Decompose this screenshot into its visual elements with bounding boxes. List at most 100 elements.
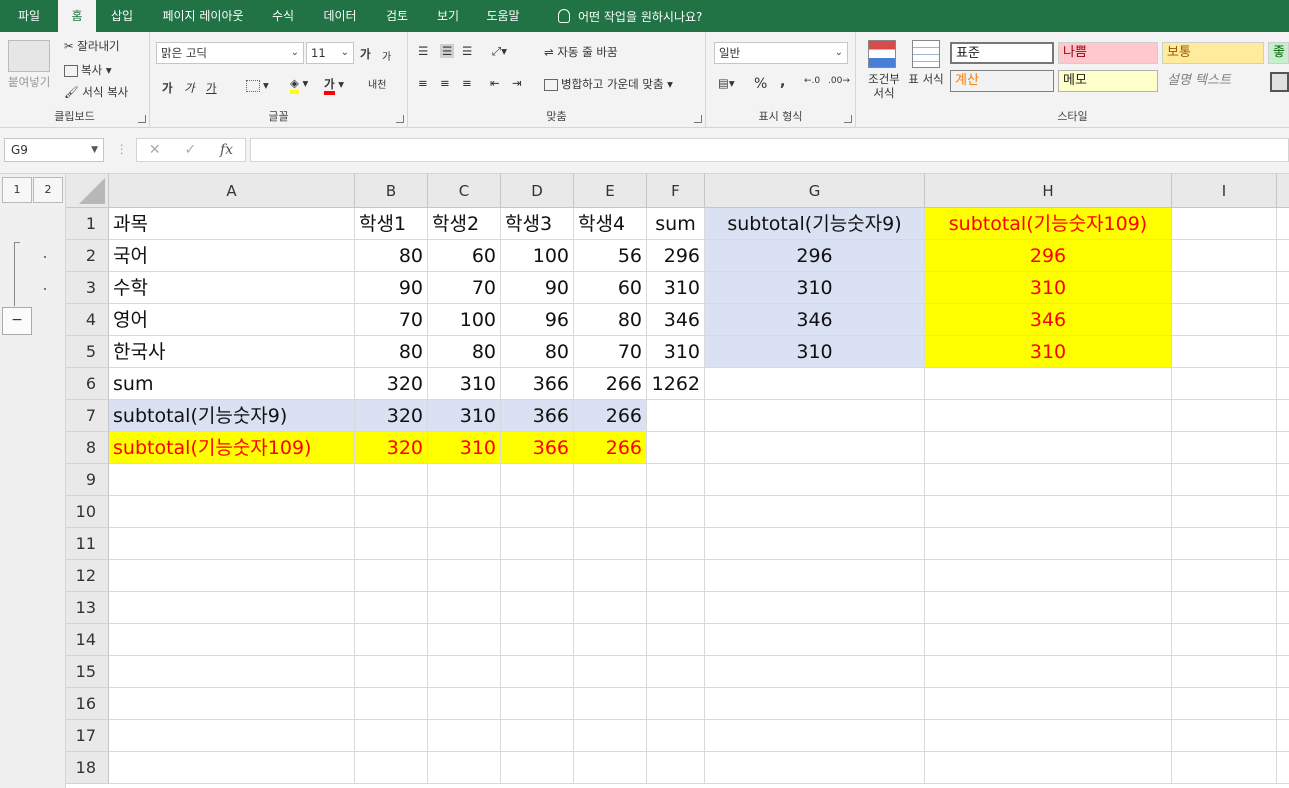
outline-level-2-button[interactable]: 2 [33,177,63,203]
cell-subtotal9-total[interactable]: 266 [574,400,647,432]
cell-subtotal9[interactable]: 310 [705,272,925,304]
cell[interactable] [925,528,1172,560]
row-header-1[interactable]: 1 [66,208,109,240]
cell[interactable] [647,688,705,720]
insert-function-icon[interactable]: fx [220,142,233,158]
cell-subtotal9-label[interactable]: subtotal(기능숫자9) [109,400,355,432]
row-header-18[interactable]: 18 [66,752,109,784]
cell-sum[interactable]: 296 [647,240,705,272]
cell[interactable] [501,656,574,688]
cell-subtotal9-total[interactable]: 366 [501,400,574,432]
style-bad[interactable]: 나쁨 [1058,42,1158,64]
cell[interactable] [1277,560,1289,592]
cell-score[interactable]: 60 [428,240,501,272]
phonetic-button[interactable]: 내천 [368,76,386,91]
cell[interactable] [1277,304,1289,336]
cell[interactable] [1172,656,1277,688]
cell-f1[interactable]: sum [647,208,705,240]
cell[interactable] [109,688,355,720]
cell[interactable] [355,720,428,752]
cell[interactable] [574,688,647,720]
table-format-button[interactable]: 표 서식 [908,72,944,86]
cell[interactable] [925,752,1172,784]
cell-score[interactable]: 56 [574,240,647,272]
cell[interactable] [1277,656,1289,688]
cell[interactable] [1277,368,1289,400]
cell[interactable] [1277,624,1289,656]
font-color-button[interactable]: 가 ▾ [324,76,344,95]
cell-h1[interactable]: subtotal(기능숫자109) [925,208,1172,240]
cell[interactable] [501,464,574,496]
cell[interactable] [501,688,574,720]
cell[interactable] [574,752,647,784]
cell[interactable] [925,688,1172,720]
cell[interactable] [428,720,501,752]
increase-indent-icon[interactable]: ⇥ [512,76,522,90]
cell[interactable] [925,720,1172,752]
cell-subtotal109-total[interactable]: 266 [574,432,647,464]
cell[interactable] [501,560,574,592]
column-header-c[interactable]: C [428,174,501,208]
cell[interactable] [1277,208,1289,240]
cell-header[interactable]: 학생1 [355,208,428,240]
cell-subtotal109-total[interactable]: 320 [355,432,428,464]
cell[interactable] [1172,592,1277,624]
cell-a1[interactable]: 과목 [109,208,355,240]
column-header-f[interactable]: F [647,174,705,208]
cell-subject[interactable]: 한국사 [109,336,355,368]
cell-sum-total[interactable]: 1262 [647,368,705,400]
enter-icon[interactable]: ✓ [184,142,196,158]
cell-sum-total[interactable]: 320 [355,368,428,400]
cell[interactable] [925,560,1172,592]
cell[interactable] [355,528,428,560]
cell-header[interactable]: 학생2 [428,208,501,240]
decrease-indent-icon[interactable]: ⇤ [490,76,500,90]
cell[interactable] [109,592,355,624]
cell[interactable] [355,496,428,528]
tab-help[interactable]: 도움말 [474,0,532,32]
cell[interactable] [647,720,705,752]
tab-data[interactable]: 데이터 [308,0,372,32]
cell[interactable] [109,624,355,656]
cell-sum-label[interactable]: sum [109,368,355,400]
fill-color-button[interactable]: ◈ ▾ [290,76,308,94]
row-header-7[interactable]: 7 [66,400,109,432]
percent-button[interactable]: % [754,76,767,92]
cell[interactable] [574,656,647,688]
cell-sum[interactable]: 346 [647,304,705,336]
cell-subtotal9[interactable]: 310 [705,336,925,368]
cell[interactable] [1172,208,1277,240]
cell-subtotal109-total[interactable]: 366 [501,432,574,464]
cell[interactable] [1172,400,1277,432]
align-right-icon[interactable]: ≡ [462,76,472,90]
cell-score[interactable]: 70 [355,304,428,336]
tab-insert[interactable]: 삽입 [96,0,148,32]
cell-header[interactable]: 학생4 [574,208,647,240]
cell[interactable] [355,592,428,624]
cell[interactable] [647,432,705,464]
cell[interactable] [705,432,925,464]
cell-g1[interactable]: subtotal(기능숫자9) [705,208,925,240]
cell[interactable] [647,464,705,496]
cell-sum[interactable]: 310 [647,272,705,304]
outline-level-1-button[interactable]: 1 [2,177,32,203]
cell[interactable] [705,496,925,528]
cell-sum-total[interactable]: 366 [501,368,574,400]
cell[interactable] [1172,560,1277,592]
row-header-4[interactable]: 4 [66,304,109,336]
cell[interactable] [1277,528,1289,560]
top-align-icon[interactable]: ☰ [418,44,428,58]
cell[interactable] [355,560,428,592]
cell[interactable] [925,624,1172,656]
cell-sum-total[interactable]: 266 [574,368,647,400]
style-explanatory[interactable]: 설명 텍스트 [1162,70,1264,92]
cell[interactable] [355,656,428,688]
cell[interactable] [1277,496,1289,528]
cell[interactable] [428,752,501,784]
cell[interactable] [574,624,647,656]
cell[interactable] [501,752,574,784]
cell-score[interactable]: 70 [428,272,501,304]
row-header-12[interactable]: 12 [66,560,109,592]
cell[interactable] [647,560,705,592]
row-header-10[interactable]: 10 [66,496,109,528]
